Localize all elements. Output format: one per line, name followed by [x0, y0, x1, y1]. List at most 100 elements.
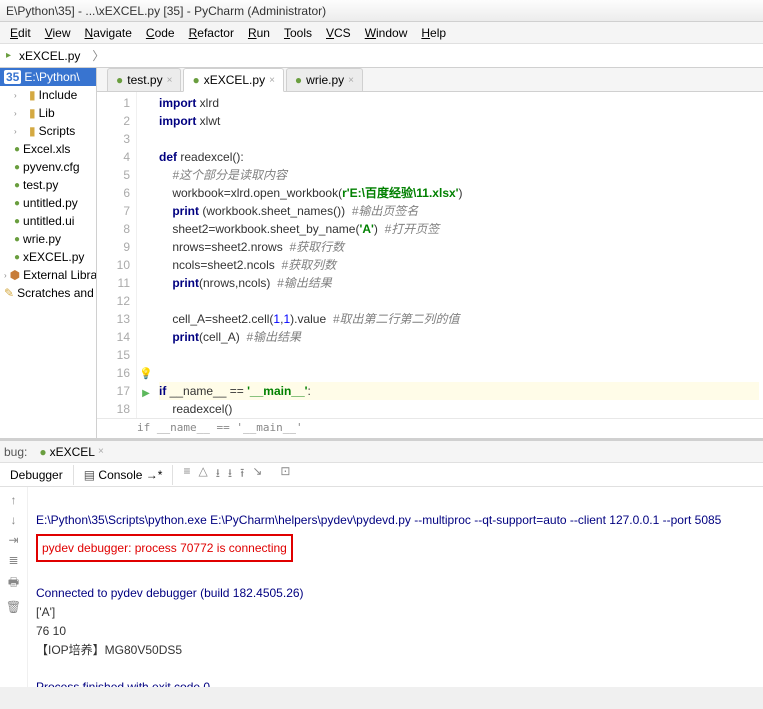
output-line-3: 【IOP培养】MG80V50DS5	[36, 643, 182, 657]
close-icon[interactable]: ×	[269, 75, 275, 86]
menu-bar: EditViewNavigateCodeRefactorRunToolsVCSW…	[0, 22, 763, 44]
folder-icon: ▮	[29, 88, 36, 102]
chevron-icon: ›	[4, 271, 7, 280]
code-area[interactable]: import xlrdimport xlwt def readexcel(): …	[155, 92, 763, 418]
tree-item-test-py[interactable]: ●test.py	[0, 176, 96, 194]
item-label: xEXCEL.py	[23, 250, 84, 264]
menu-tools[interactable]: Tools	[278, 24, 318, 42]
settings-icon[interactable]: ⊡	[280, 464, 290, 485]
menu-code[interactable]: Code	[140, 24, 181, 42]
menu-vcs[interactable]: VCS	[320, 24, 357, 42]
scratch-icon: ✎	[4, 286, 14, 300]
code-breadcrumb[interactable]: if __name__ == '__main__'	[97, 418, 763, 438]
code-line[interactable]	[159, 130, 759, 148]
item-label: Scripts	[39, 124, 76, 138]
tab-label: wrie.py	[306, 73, 344, 87]
debug-tool-window: bug: ● xEXCEL × Debugger ▤ Console →* ≡ …	[0, 438, 763, 687]
code-line[interactable]: #这个部分是读取内容	[159, 166, 759, 184]
wrap-icon[interactable]: ⇥	[8, 533, 18, 547]
tree-item-include[interactable]: ›▮Include	[0, 86, 96, 104]
trash-icon[interactable]: 🗑	[6, 600, 21, 614]
menu-navigate[interactable]: Navigate	[79, 24, 138, 42]
external-libraries[interactable]: › ⬢ External Libraries	[0, 266, 96, 284]
code-line[interactable]: print(nrows,ncols) #输出结果	[159, 274, 759, 292]
menu-window[interactable]: Window	[359, 24, 414, 42]
code-line[interactable]: cell_A=sheet2.cell(1,1).value #取出第二行第二列的…	[159, 310, 759, 328]
editor-tab-xEXCEL-py[interactable]: ●xEXCEL.py×	[183, 68, 283, 92]
menu-edit[interactable]: Edit	[4, 24, 37, 42]
collapse-icon[interactable]: ↘	[252, 464, 262, 485]
file-icon: ●	[14, 198, 20, 209]
up-arrow-icon[interactable]: ↑	[11, 493, 17, 507]
tree-item-lib[interactable]: ›▮Lib	[0, 104, 96, 122]
pin-icon[interactable]: →*	[146, 468, 163, 482]
debugger-connecting-box: pydev debugger: process 70772 is connect…	[36, 534, 293, 562]
tree-item-untitled-ui[interactable]: ●untitled.ui	[0, 212, 96, 230]
editor-tab-wrie-py[interactable]: ●wrie.py×	[286, 68, 363, 91]
scroll-icon[interactable]: ≣	[8, 553, 18, 567]
code-line[interactable]: if __name__ == '__main__':	[159, 382, 759, 400]
window-titlebar: E\Python\35] - ...\xEXCEL.py [35] - PyCh…	[0, 0, 763, 22]
code-line[interactable]: sheet2=workbook.sheet_by_name('A') #打开页签	[159, 220, 759, 238]
menu-refactor[interactable]: Refactor	[183, 24, 240, 42]
code-line[interactable]: def readexcel():	[159, 148, 759, 166]
tree-item-scripts[interactable]: ›▮Scripts	[0, 122, 96, 140]
code-line[interactable]: readexcel()	[159, 400, 759, 418]
tree-item-untitled-py[interactable]: ●untitled.py	[0, 194, 96, 212]
item-label: Lib	[39, 106, 55, 120]
tree-item-wrie-py[interactable]: ●wrie.py	[0, 230, 96, 248]
code-line[interactable]	[159, 346, 759, 364]
tree-item-excel-xls[interactable]: ●Excel.xls	[0, 140, 96, 158]
close-icon[interactable]: ×	[98, 446, 104, 457]
debug-config-tab[interactable]: ● xEXCEL ×	[33, 443, 109, 461]
chevron-icon: ›	[14, 91, 26, 100]
run-gutter-icon[interactable]: ▶	[142, 388, 150, 399]
down2-icon[interactable]: ⭳	[228, 464, 232, 485]
code-line[interactable]	[159, 292, 759, 310]
file-icon: ●	[14, 252, 20, 263]
tree-item-xexcel-py[interactable]: ●xEXCEL.py	[0, 248, 96, 266]
down-arrow-icon[interactable]: ↓	[11, 513, 17, 527]
console-tab[interactable]: ▤ Console →*	[74, 465, 174, 485]
project-tree[interactable]: 35 E:\Python\ ›▮Include›▮Lib›▮Scripts●Ex…	[0, 68, 97, 438]
navigation-bar: ▸ xEXCEL.py 〉	[0, 44, 763, 68]
code-line[interactable]: ncols=sheet2.ncols #获取列数	[159, 256, 759, 274]
code-editor[interactable]: 123456789101112131415161718 💡▶ import xl…	[97, 92, 763, 418]
print-icon[interactable]: 🖶	[8, 573, 19, 594]
editor-tab-test-py[interactable]: ●test.py×	[107, 68, 181, 91]
code-line[interactable]: workbook=xlrd.open_workbook(r'E:\百度经验\11…	[159, 184, 759, 202]
library-icon: ⬢	[10, 268, 20, 282]
gutter-icons: 💡▶	[137, 92, 155, 418]
console-output[interactable]: E:\Python\35\Scripts\python.exe E:\PyCha…	[28, 487, 763, 687]
export-icon[interactable]: △	[198, 464, 207, 485]
scratches[interactable]: ✎ Scratches and	[0, 284, 96, 302]
code-line[interactable]: nrows=sheet2.nrows #获取行数	[159, 238, 759, 256]
tree-root[interactable]: 35 E:\Python\	[0, 68, 96, 86]
chevron-right-icon: 〉	[88, 47, 108, 64]
up-icon[interactable]: ⭱	[240, 464, 244, 485]
item-label: untitled.ui	[23, 214, 74, 228]
file-icon: ●	[14, 180, 20, 191]
console-toolbar: ≡ △ ⭳ ⭳ ⭱ ↘ ⊡	[173, 464, 300, 485]
code-line[interactable]: import xlrd	[159, 94, 759, 112]
menu-help[interactable]: Help	[415, 24, 452, 42]
item-label: Include	[39, 88, 78, 102]
code-line[interactable]	[159, 364, 759, 382]
root-badge: 35	[4, 70, 21, 84]
close-icon[interactable]: ×	[167, 75, 173, 86]
nav-crumb[interactable]: xEXCEL.py	[11, 46, 88, 66]
menu-view[interactable]: View	[39, 24, 77, 42]
tree-item-pyvenv-cfg[interactable]: ●pyvenv.cfg	[0, 158, 96, 176]
code-line[interactable]: print(cell_A) #输出结果	[159, 328, 759, 346]
bulb-icon[interactable]: 💡	[139, 368, 153, 380]
filter-icon[interactable]: ≡	[183, 464, 190, 485]
code-line[interactable]: print (workbook.sheet_names()) #输出页签名	[159, 202, 759, 220]
debugger-tab[interactable]: Debugger	[0, 465, 74, 485]
chevron-icon: ›	[14, 127, 26, 136]
down-icon[interactable]: ⭳	[216, 464, 220, 485]
menu-run[interactable]: Run	[242, 24, 276, 42]
close-icon[interactable]: ×	[348, 75, 354, 86]
connected-line: Connected to pydev debugger (build 182.4…	[36, 586, 304, 600]
code-line[interactable]: import xlwt	[159, 112, 759, 130]
item-label: test.py	[23, 178, 58, 192]
